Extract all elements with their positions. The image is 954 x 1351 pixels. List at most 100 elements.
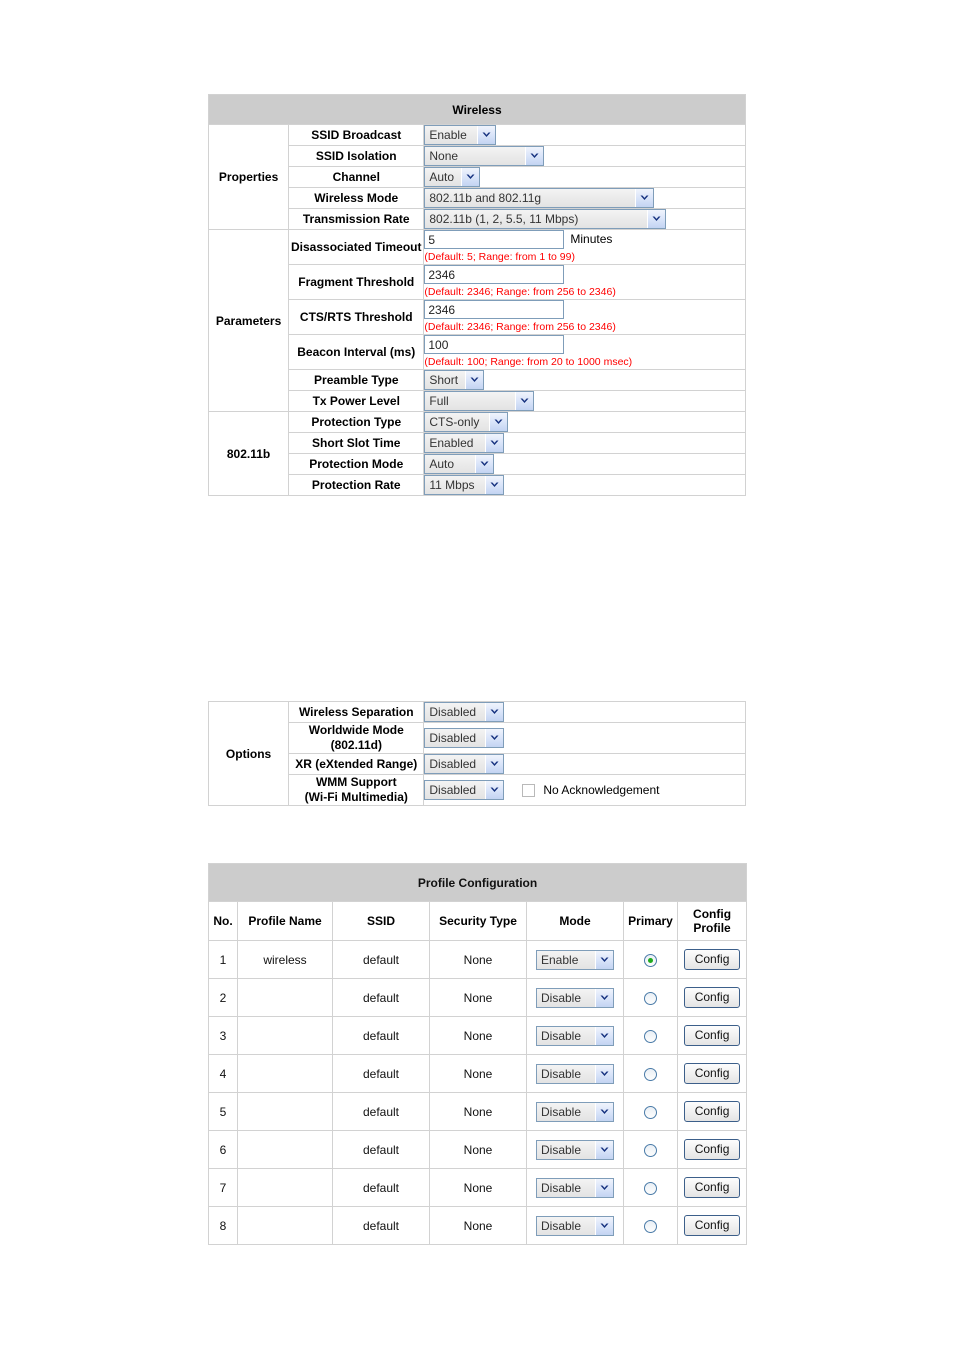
- label-cts-rts-threshold: CTS/RTS Threshold: [288, 299, 425, 335]
- ssid-broadcast-select[interactable]: Enable: [424, 125, 497, 145]
- cts-rts-threshold-hint: (Default: 2346; Range: from 256 to 2346): [424, 321, 616, 333]
- cts-rts-threshold-input[interactable]: 2346: [424, 300, 565, 319]
- table-row: 1 wireless default None Enable Config: [208, 940, 748, 979]
- profile-6-mode-select-value: Disable: [537, 1140, 595, 1159]
- short-slot-time-select[interactable]: Enabled: [424, 433, 505, 453]
- chevron-down-icon[interactable]: [475, 455, 494, 473]
- profile-8-mode-select-value: Disable: [537, 1216, 595, 1235]
- profile-4-primary-radio[interactable]: [644, 1067, 657, 1081]
- profile-4-mode-select[interactable]: Disable: [536, 1063, 614, 1084]
- profile-6-config-button[interactable]: Config: [684, 1139, 741, 1160]
- profile-5-mode-select[interactable]: Disable: [536, 1101, 614, 1122]
- protection-type-select[interactable]: CTS-only: [424, 412, 509, 432]
- profile-7-primary-radio[interactable]: [644, 1181, 657, 1195]
- profile-8-mode-select[interactable]: Disable: [536, 1215, 614, 1236]
- channel-select[interactable]: Auto: [424, 167, 481, 187]
- wireless-mode-select[interactable]: 802.11b and 802.11g: [424, 188, 655, 208]
- tx-power-level-select[interactable]: Full: [424, 391, 535, 411]
- profile-6-primary-radio[interactable]: [644, 1143, 657, 1157]
- ssid-isolation-select[interactable]: None: [424, 146, 545, 166]
- field-cts-rts-threshold: 2346 (Default: 2346; Range: from 256 to 2…: [423, 299, 746, 335]
- worldwide-mode-802-11d-select[interactable]: Disabled: [424, 728, 505, 748]
- profile-3-primary-radio[interactable]: [644, 1029, 657, 1043]
- wireless-settings-table: Wireless Properties SSID Broadcast Enable S…: [207, 94, 746, 496]
- chevron-down-icon[interactable]: [485, 755, 504, 773]
- tx-power-level-select-value: Full: [425, 392, 516, 410]
- wmm-support-wi-fi-multimedia-select[interactable]: Disabled: [424, 780, 505, 800]
- chevron-down-icon[interactable]: [595, 1140, 613, 1159]
- cell-profile-name: wireless: [237, 940, 333, 979]
- chevron-down-icon[interactable]: [595, 950, 613, 969]
- profile-7-config-button[interactable]: Config: [684, 1177, 741, 1198]
- chevron-down-icon[interactable]: [595, 988, 613, 1007]
- profile-1-config-button[interactable]: Config: [684, 949, 741, 970]
- chevron-down-icon[interactable]: [635, 189, 654, 207]
- field-transmission-rate: 802.11b (1, 2, 5.5, 11 Mbps): [423, 208, 746, 230]
- label-wmm-support-wi-fi-multimedia: WMM Support (Wi-Fi Multimedia): [288, 774, 425, 806]
- fragment-threshold-input[interactable]: 2346: [424, 265, 565, 284]
- chevron-down-icon[interactable]: [595, 1064, 613, 1083]
- label-protection-rate: Protection Rate: [288, 474, 425, 496]
- wireless-separation-select[interactable]: Disabled: [424, 702, 505, 722]
- profile-5-config-button[interactable]: Config: [684, 1101, 741, 1122]
- profile-7-mode-select[interactable]: Disable: [536, 1177, 614, 1198]
- cell-ssid: default: [332, 1054, 430, 1093]
- profile-header-row: No. Profile Name SSID Security Type Mode Prim…: [208, 901, 748, 941]
- chevron-down-icon[interactable]: [485, 781, 504, 799]
- chevron-down-icon[interactable]: [525, 147, 544, 165]
- profile-8-primary-radio[interactable]: [644, 1219, 657, 1233]
- field-short-slot-time: Enabled: [423, 432, 746, 454]
- profile-1-primary-radio[interactable]: [644, 953, 657, 967]
- profile-2-mode-select[interactable]: Disable: [536, 987, 614, 1008]
- cell-no: 8: [208, 1206, 238, 1245]
- cell-no: 5: [208, 1092, 238, 1131]
- chevron-down-icon[interactable]: [595, 1102, 613, 1121]
- chevron-down-icon[interactable]: [477, 126, 496, 144]
- row-protection-rate: Protection Rate 11 Mbps: [209, 474, 746, 496]
- profile-3-config-button[interactable]: Config: [684, 1025, 741, 1046]
- profile-3-mode-select[interactable]: Disable: [536, 1025, 614, 1046]
- table-row: 8 default None Disable Config: [208, 1206, 748, 1245]
- chevron-down-icon[interactable]: [595, 1216, 613, 1235]
- label-transmission-rate: Transmission Rate: [288, 208, 425, 230]
- table-row: 4 default None Disable Config: [208, 1054, 748, 1093]
- profile-2-primary-radio[interactable]: [644, 991, 657, 1005]
- cell-ssid: default: [332, 1016, 430, 1055]
- chevron-down-icon[interactable]: [465, 371, 484, 389]
- channel-select-value: Auto: [425, 168, 462, 186]
- field-disassociated-timeout: 5 Minutes (Default: 5; Range: from 1 to 99…: [423, 229, 746, 265]
- beacon-interval-ms-input[interactable]: 100: [424, 335, 565, 354]
- label-ssid-broadcast: SSID Broadcast: [288, 124, 425, 146]
- chevron-down-icon[interactable]: [595, 1026, 613, 1045]
- transmission-rate-select[interactable]: 802.11b (1, 2, 5.5, 11 Mbps): [424, 209, 667, 229]
- row-disassociated-timeout: Parameters Disassociated Timeout 5 Minutes (…: [207, 229, 746, 412]
- section-label-802-11b: 802.11b: [207, 411, 290, 496]
- xr-extended-range-select[interactable]: Disabled: [424, 754, 505, 774]
- cell-primary: [623, 1016, 678, 1055]
- chevron-down-icon[interactable]: [595, 1178, 613, 1197]
- profile-1-mode-select[interactable]: Enable: [536, 949, 614, 970]
- field-wmm-support-wi-fi-multimedia: Disabled No Acknowledgement: [423, 774, 746, 806]
- no-acknowledgement-checkbox[interactable]: [522, 783, 536, 797]
- protection-rate-select[interactable]: 11 Mbps: [424, 475, 505, 495]
- chevron-down-icon[interactable]: [485, 476, 504, 494]
- profile-6-mode-select[interactable]: Disable: [536, 1139, 614, 1160]
- chevron-down-icon[interactable]: [461, 168, 480, 186]
- preamble-type-select[interactable]: Short: [424, 370, 485, 390]
- profile-5-primary-radio[interactable]: [644, 1105, 657, 1119]
- profile-8-config-button[interactable]: Config: [684, 1215, 741, 1236]
- chevron-down-icon[interactable]: [485, 729, 504, 747]
- row-ssid-isolation: SSID Isolation None: [209, 145, 746, 167]
- label-short-slot-time: Short Slot Time: [288, 432, 425, 454]
- row-ssid-broadcast: Properties SSID Broadcast Enable: [207, 124, 746, 230]
- chevron-down-icon[interactable]: [485, 434, 504, 452]
- profile-2-config-button[interactable]: Config: [684, 987, 741, 1008]
- chevron-down-icon[interactable]: [485, 703, 504, 721]
- disassociated-timeout-input[interactable]: 5: [424, 230, 565, 249]
- protection-mode-select[interactable]: Auto: [424, 454, 495, 474]
- profile-4-config-button[interactable]: Config: [684, 1063, 741, 1084]
- chevron-down-icon[interactable]: [515, 392, 534, 410]
- chevron-down-icon[interactable]: [647, 210, 666, 228]
- cell-config-profile: Config: [676, 1016, 748, 1055]
- chevron-down-icon[interactable]: [489, 413, 508, 431]
